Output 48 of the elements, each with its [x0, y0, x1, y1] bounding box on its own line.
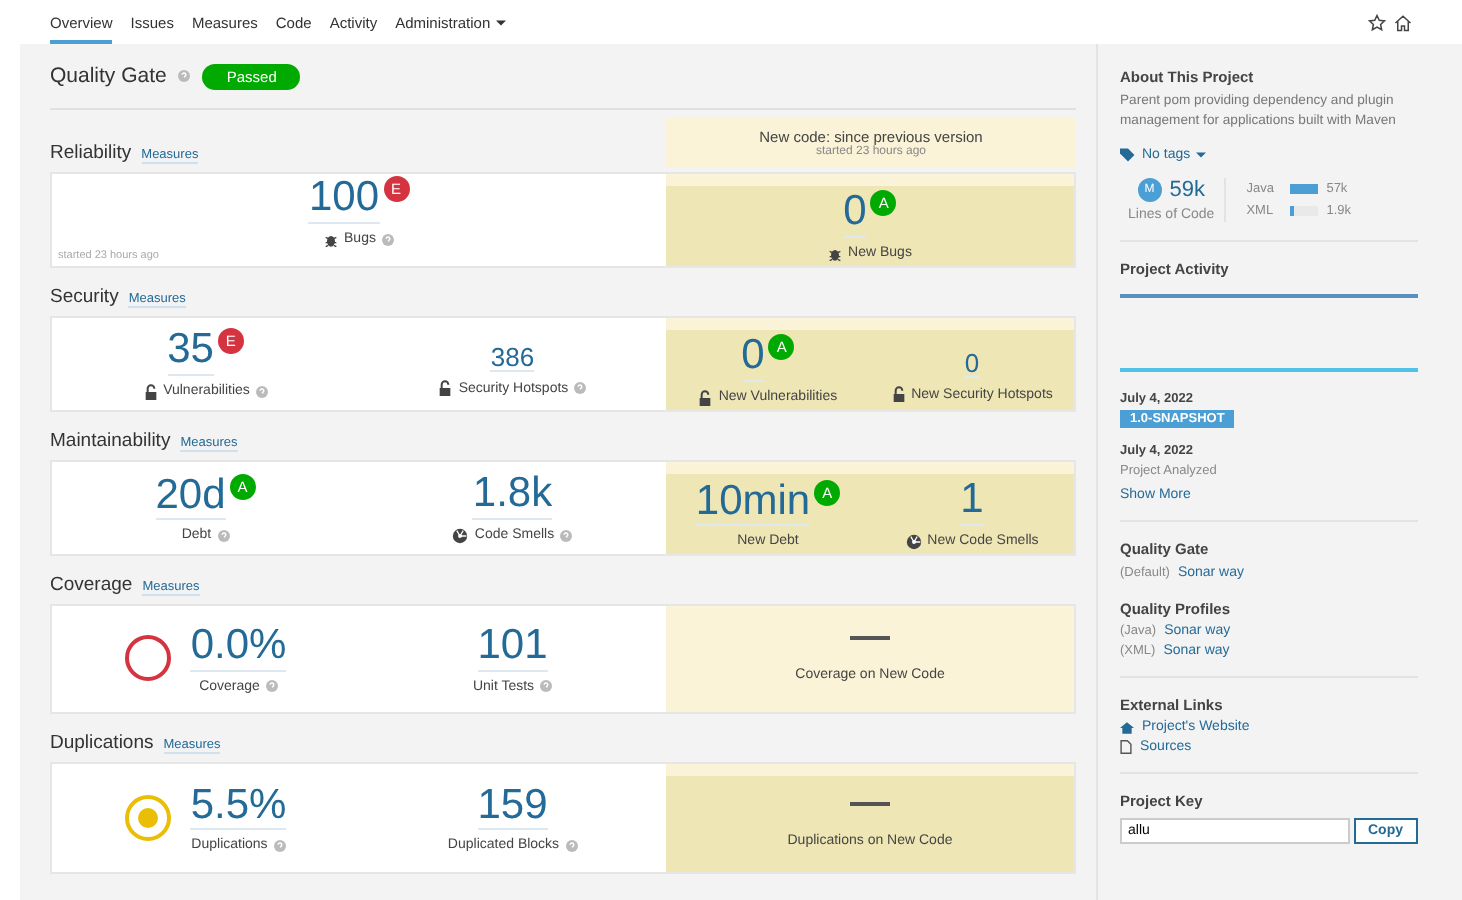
section-title: Coverage: [50, 574, 133, 600]
help-icon: [574, 382, 587, 395]
home-icon: [1120, 721, 1134, 734]
file-icon: [1120, 740, 1132, 755]
metric-value[interactable]: 0: [741, 334, 765, 382]
lock-icon: [438, 380, 453, 397]
metric-value[interactable]: 159: [477, 783, 548, 831]
help-icon: [540, 680, 553, 693]
bug-icon: [828, 245, 843, 262]
section-title: Maintainability: [50, 430, 171, 456]
metric-value[interactable]: 0: [964, 349, 980, 379]
metric-value[interactable]: 386: [490, 343, 535, 373]
section-title: Duplications: [50, 732, 154, 758]
radiation-icon: [905, 533, 922, 550]
metric-value[interactable]: 0: [843, 190, 867, 238]
star-icon[interactable]: [1368, 13, 1386, 31]
lock-icon: [891, 386, 906, 403]
radiation-icon: [452, 527, 469, 544]
metric-value[interactable]: 101: [477, 624, 548, 672]
help-icon: [560, 529, 573, 542]
help-icon: [565, 839, 578, 852]
tag-icon: [1120, 148, 1136, 163]
metric-value[interactable]: 35: [167, 328, 214, 376]
empty-dash: [850, 801, 890, 805]
empty-dash: [850, 636, 890, 640]
metric-value[interactable]: 1: [960, 478, 984, 526]
home-icon[interactable]: [1394, 13, 1412, 31]
section-title: Security: [50, 286, 119, 312]
section-title: Quality Gate: [50, 64, 167, 88]
metric-value[interactable]: 1.8k: [472, 472, 553, 520]
metric-value[interactable]: 100: [308, 176, 380, 224]
lines-of-code-value[interactable]: 59k: [1169, 178, 1205, 203]
metric-value[interactable]: 10min: [695, 479, 811, 527]
caret-icon: [1196, 152, 1207, 159]
metric-value[interactable]: 5.5%: [190, 783, 287, 831]
metric-value[interactable]: 0.0%: [190, 624, 287, 672]
help-icon: [265, 680, 278, 693]
metric-value[interactable]: 20d: [155, 473, 226, 521]
lock-icon: [698, 389, 713, 406]
help-icon: [217, 529, 230, 542]
help-icon: [178, 70, 191, 82]
section-title: Reliability: [50, 142, 132, 168]
help-icon: [381, 233, 394, 246]
caret-icon: [496, 19, 507, 25]
help-icon: [255, 385, 268, 398]
lock-icon: [143, 383, 158, 400]
bug-icon: [324, 231, 339, 248]
help-icon: [273, 839, 286, 852]
